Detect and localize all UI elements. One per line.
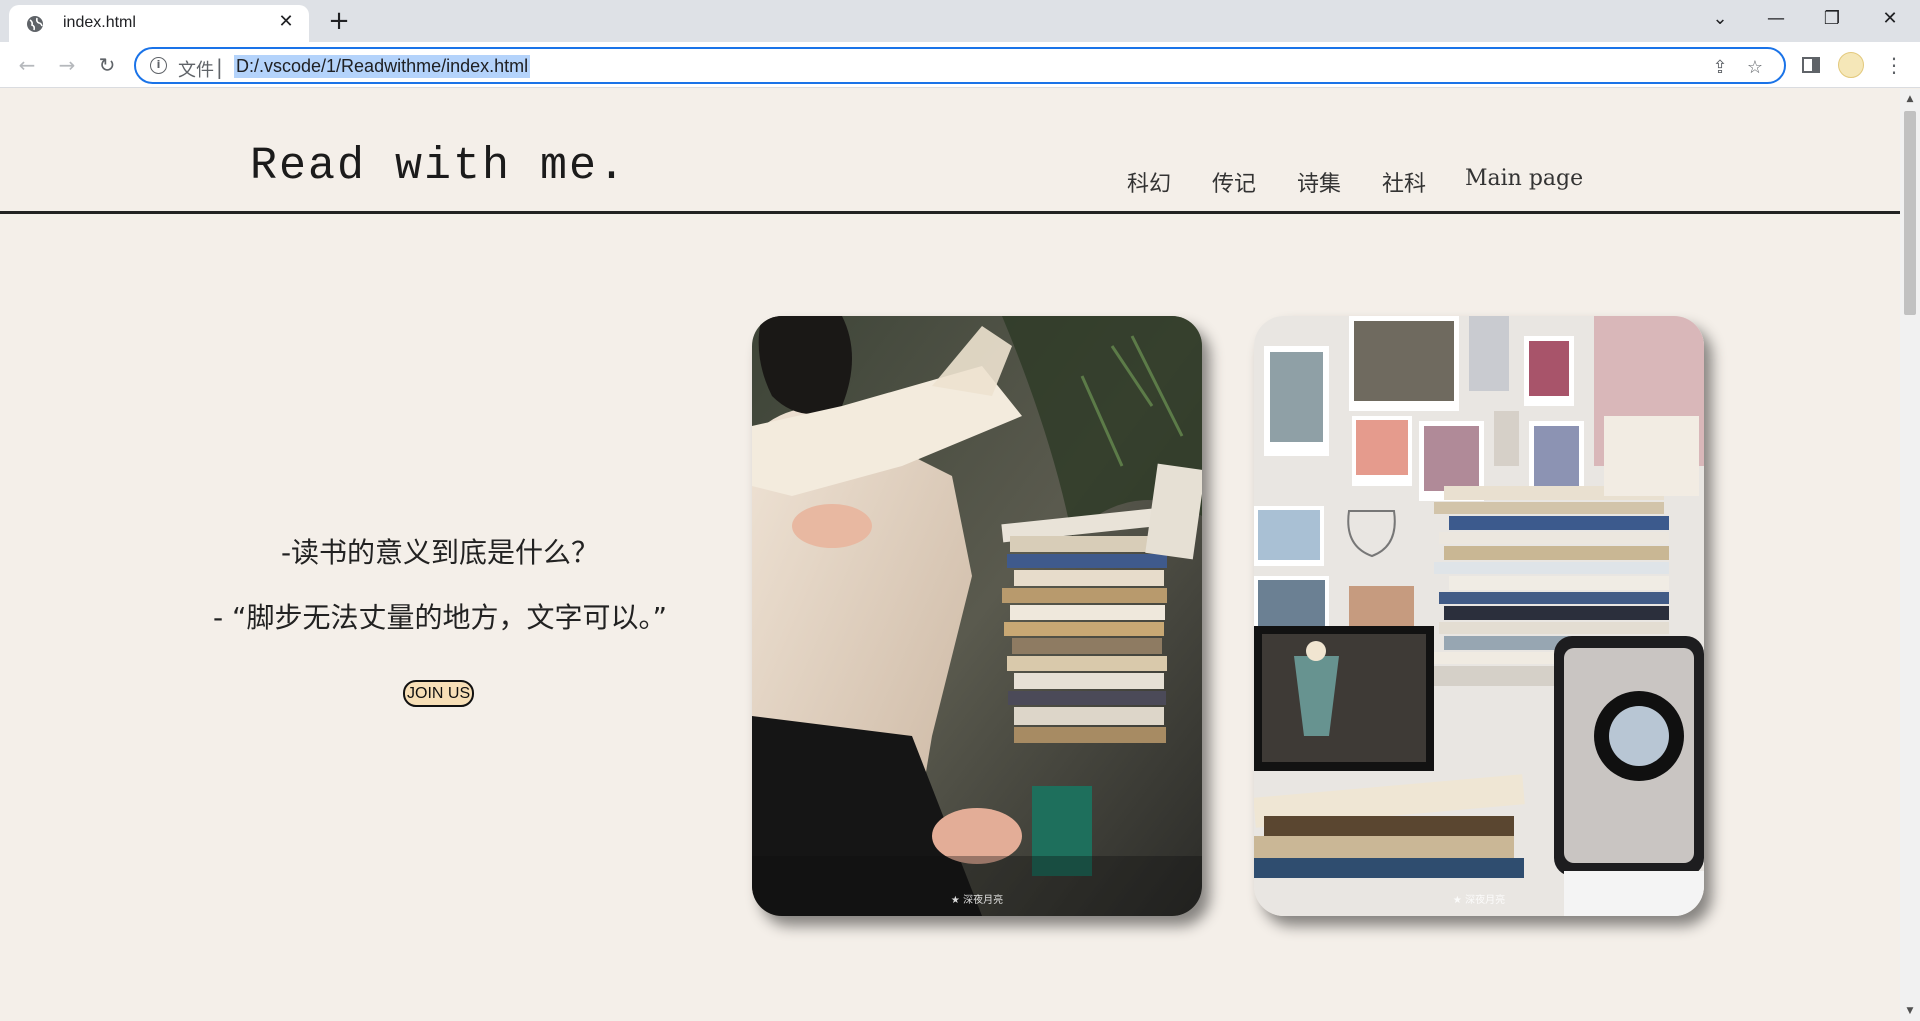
tab-close-icon[interactable]: ✕ (275, 11, 297, 33)
close-window-button[interactable]: ✕ (1862, 0, 1918, 42)
scroll-down-arrow-icon[interactable]: ▼ (1900, 1003, 1920, 1019)
back-button[interactable]: ← (12, 50, 42, 80)
browser-menu-icon[interactable]: ⋮ (1879, 50, 1909, 80)
join-us-button[interactable]: JOIN US (403, 680, 475, 707)
scroll-up-arrow-icon[interactable]: ▲ (1900, 91, 1920, 107)
bookshelf-photo-image (1254, 316, 1704, 916)
page-scrollbar[interactable]: ▲ ▼ (1900, 89, 1920, 1021)
browser-tab-strip: index.html ✕ + ⌄ — ❐ ✕ (0, 0, 1920, 42)
site-info-icon[interactable]: i (150, 57, 167, 74)
hero-question: -读书的意义到底是什么？ (280, 536, 600, 569)
photo-caption: ★ 深夜月亮 (1452, 895, 1506, 906)
site-logo: Read with me. (250, 141, 628, 192)
restore-button[interactable]: ❐ (1804, 0, 1860, 42)
hero-quote: - “脚步无法丈量的地方，文字可以。” (212, 601, 668, 634)
side-panel-icon[interactable] (1796, 50, 1826, 80)
photo-caption: ★ 深夜月亮 (950, 895, 1004, 906)
browser-toolbar: ← → ↻ i 文件 | D:/.vscode/1/Readwithme/ind… (0, 42, 1920, 88)
browser-tab[interactable]: index.html ✕ (9, 5, 309, 42)
nav-link-social-science[interactable]: 社科 (1382, 166, 1426, 198)
tab-title: index.html (63, 14, 136, 31)
reload-button[interactable]: ↻ (92, 50, 122, 80)
site-header: Read with me. 科幻 传记 诗集 社科 Main page (0, 89, 1900, 214)
minimize-button[interactable]: — (1748, 0, 1804, 42)
bookmark-star-icon[interactable]: ☆ (1744, 57, 1766, 79)
scrollbar-thumb[interactable] (1904, 111, 1916, 315)
nav-link-main-page[interactable]: Main page (1465, 166, 1583, 191)
nav-link-poetry[interactable]: 诗集 (1297, 166, 1341, 198)
nav-link-biography[interactable]: 传记 (1212, 166, 1256, 198)
address-separator: | (216, 55, 223, 79)
web-page: Read with me. 科幻 传记 诗集 社科 Main page -读书的… (0, 89, 1900, 1021)
bookshelf-photo: ★ 深夜月亮 (1254, 316, 1704, 916)
reading-photo-image (752, 316, 1202, 916)
address-url[interactable]: D:/.vscode/1/Readwithme/index.html (234, 55, 531, 78)
new-tab-button[interactable]: + (324, 6, 354, 36)
globe-icon (27, 16, 43, 32)
share-icon[interactable]: ⇪ (1709, 57, 1731, 79)
profile-avatar[interactable] (1838, 52, 1864, 78)
tab-search-icon[interactable]: ⌄ (1692, 0, 1748, 42)
forward-button[interactable]: → (52, 50, 82, 80)
reading-photo: ★ 深夜月亮 (752, 316, 1202, 916)
address-scheme-label: 文件 (178, 60, 214, 81)
address-bar[interactable]: i 文件 | D:/.vscode/1/Readwithme/index.htm… (134, 47, 1786, 84)
nav-link-scifi[interactable]: 科幻 (1127, 166, 1171, 198)
